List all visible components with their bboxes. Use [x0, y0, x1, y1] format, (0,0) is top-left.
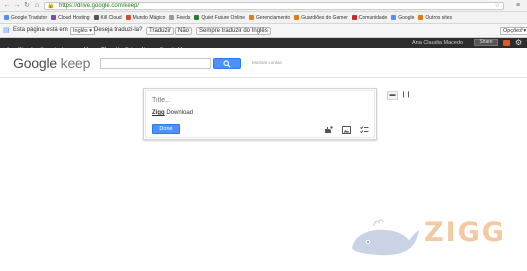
- bookmark-label: Mundo Mágico: [132, 15, 166, 21]
- bookmark-item[interactable]: Guardiões do Gamer: [294, 12, 348, 23]
- google-bar: +Ana ClaudiaSearchImagesMapsPlayYouTubeN…: [0, 38, 527, 53]
- bookmark-star-icon[interactable]: ☆: [495, 3, 500, 9]
- bookmark-item[interactable]: Mundo Mágico: [125, 12, 166, 23]
- notifications-icon[interactable]: [503, 40, 510, 46]
- search-button[interactable]: [213, 58, 241, 69]
- note-body[interactable]: Zigg Download: [152, 110, 193, 116]
- language-select[interactable]: Inglês ▾: [70, 27, 95, 35]
- bookmark-favicon-icon: [391, 15, 397, 20]
- translate-question: Deseja traduzi-la?: [94, 27, 143, 33]
- search-input[interactable]: [100, 58, 211, 69]
- image-svg: [342, 126, 351, 134]
- bookmark-item[interactable]: Google Tradutor: [4, 12, 48, 23]
- back-icon[interactable]: ←: [3, 2, 11, 10]
- translate-icon: ▤: [3, 27, 10, 34]
- bookmark-label: Comunidade: [358, 15, 388, 21]
- bookmark-label: Google: [398, 15, 415, 21]
- bookmark-favicon-icon: [418, 15, 424, 20]
- bookmark-label: Cloud Hosting: [58, 15, 90, 21]
- checklist-svg: [360, 126, 369, 134]
- address-bar: ← → ↻ ⌂ 🔒 https://drive.google.com/keep/…: [0, 0, 527, 12]
- note-editor: Zigg Download Done: [143, 88, 377, 140]
- translate-button[interactable]: Traduzir: [146, 27, 174, 35]
- bookmark-favicon-icon: [125, 15, 131, 20]
- note-body-rest: Download: [164, 110, 194, 116]
- checklist-icon[interactable]: [360, 126, 369, 134]
- note-body-app: Zigg: [152, 110, 165, 116]
- remind-hand-svg: [325, 126, 333, 133]
- bookmark-favicon-icon: [93, 15, 99, 20]
- bookmark-favicon-icon: [351, 15, 357, 20]
- bookmark-item[interactable]: Quiet Future Online: [194, 12, 246, 23]
- bookmark-item[interactable]: Feeds: [169, 12, 191, 23]
- watermark-text: ZIGG: [424, 217, 506, 248]
- bookmark-item[interactable]: Kill Cloud: [93, 12, 122, 23]
- bookmark-label: Feeds: [176, 15, 191, 21]
- home-icon[interactable]: ⌂: [33, 2, 41, 10]
- close-icon[interactable]: ×: [520, 27, 524, 35]
- remind-hand-icon[interactable]: [324, 126, 333, 134]
- bookmark-item[interactable]: Comunidade: [351, 12, 388, 23]
- note-editor-inner: Zigg Download Done: [145, 90, 375, 138]
- note-title-field[interactable]: [152, 96, 252, 105]
- bookmark-label: Gerenciamento: [256, 15, 291, 21]
- bookmark-favicon-icon: [51, 15, 57, 20]
- share-button[interactable]: Share: [474, 39, 498, 46]
- image-icon[interactable]: [342, 126, 351, 134]
- bookmark-item[interactable]: Gerenciamento: [249, 12, 291, 23]
- bookmark-label: Quiet Future Online: [201, 15, 246, 21]
- logo-google: Google: [13, 55, 57, 71]
- keep-logo[interactable]: Google keep: [13, 56, 90, 70]
- reload-icon[interactable]: ↻: [23, 2, 31, 10]
- bookmark-item[interactable]: Outros sites: [418, 12, 453, 23]
- gear-icon[interactable]: ⚙: [515, 38, 522, 48]
- lock-icon: 🔒: [47, 3, 55, 9]
- bookmark-item[interactable]: Cloud Hosting: [51, 12, 90, 23]
- grid-view-icon[interactable]: ❙❙: [400, 91, 411, 100]
- bookmark-label: Outros sites: [425, 15, 453, 21]
- search-icon: [223, 60, 231, 68]
- url-text: https://drive.google.com/keep/: [59, 3, 140, 9]
- bookmark-favicon-icon: [194, 15, 200, 20]
- language-select-value: Inglês: [73, 28, 88, 34]
- whale-icon: [352, 219, 419, 256]
- bookmark-favicon-icon: [169, 15, 175, 20]
- bookmark-item[interactable]: Google: [391, 12, 415, 23]
- done-button[interactable]: Done: [152, 124, 180, 134]
- url-field[interactable]: 🔒 https://drive.google.com/keep/ ☆: [44, 2, 504, 10]
- google-nav: +Ana ClaudiaSearchImagesMapsPlayYouTubeN…: [3, 38, 198, 53]
- bookmark-label: Guardiões do Gamer: [301, 15, 348, 21]
- browser-window: ← → ↻ ⌂ 🔒 https://drive.google.com/keep/…: [0, 0, 527, 271]
- no-button[interactable]: Não: [175, 27, 193, 35]
- bookmark-favicon-icon: [294, 15, 300, 20]
- logo-keep: keep: [60, 55, 91, 71]
- never-translate-button[interactable]: Sempre traduzir do Inglês: [196, 27, 271, 35]
- bookmarks-bar: Google Tradutor Cloud Hosting Kill Cloud Mu…: [0, 12, 527, 24]
- keep-header: Google keep Mostrar contas: [0, 48, 527, 78]
- user-name[interactable]: Ana Claudia Macedo: [412, 38, 463, 48]
- translate-prefix: Esta página está em: [13, 27, 68, 33]
- translate-bar: ▤ Esta página está em Inglês ▾ Deseja tr…: [0, 24, 527, 38]
- search-hint[interactable]: Mostrar contas: [252, 60, 282, 65]
- bookmark-favicon-icon: [4, 15, 9, 20]
- bookmark-favicon-icon: [249, 15, 255, 20]
- bookmark-label: Kill Cloud: [100, 15, 122, 21]
- list-view-icon[interactable]: ▬: [387, 91, 398, 100]
- forward-icon[interactable]: →: [13, 2, 21, 10]
- bookmark-label: Google Tradutor: [11, 15, 48, 21]
- browser-menu-icon[interactable]: ≡: [512, 2, 524, 10]
